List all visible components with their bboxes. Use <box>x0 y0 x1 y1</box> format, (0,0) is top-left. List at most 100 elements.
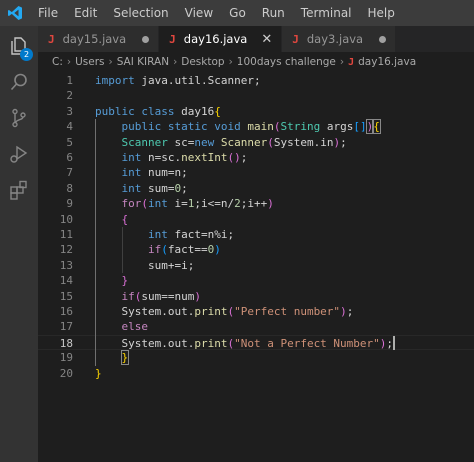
code-token: System.out. <box>95 305 195 318</box>
code-line[interactable]: 16 System.out.print("Perfect number"); <box>38 304 474 319</box>
code-token: () <box>227 151 241 164</box>
menu-terminal[interactable]: Terminal <box>293 0 360 26</box>
java-file-icon: J <box>348 56 355 68</box>
explorer-badge: 2 <box>20 48 33 61</box>
code-token: sc= <box>167 135 195 149</box>
code-line[interactable]: 9 for(int i=1;i<=n/2;i++) <box>38 196 474 211</box>
line-number: 4 <box>66 120 73 134</box>
code-line[interactable]: 6 int n=sc.nextInt(); <box>38 150 474 165</box>
breadcrumb-item[interactable]: Users <box>75 56 104 68</box>
tab-day15[interactable]: J day15.java <box>38 26 160 52</box>
code-token: ;i<=n/ <box>194 197 235 211</box>
unsaved-dot-icon[interactable] <box>142 35 150 43</box>
extensions-icon[interactable] <box>0 172 38 208</box>
code-line[interactable]: 7 int num=n; <box>38 165 474 180</box>
code-text: for(int i=1;i<=n/2;i++) <box>95 196 274 211</box>
code-token: ; <box>181 181 188 195</box>
tab-day16[interactable]: J day16.java ✕ <box>159 26 283 52</box>
code-token: nextInt <box>181 151 228 164</box>
line-number: 6 <box>66 151 73 164</box>
breadcrumb-item[interactable]: Desktop <box>181 56 224 68</box>
tab-label: day15.java <box>62 32 127 46</box>
code-line[interactable]: 4 public static void main(String args[])… <box>38 119 474 135</box>
tab-day3[interactable]: J day3.java <box>282 26 397 52</box>
code-token: { <box>372 119 381 135</box>
breadcrumb: C: › Users › SAI KIRAN › Desktop › 100da… <box>38 52 474 72</box>
code-token: sum==num <box>141 289 195 303</box>
line-number: 13 <box>59 258 73 272</box>
code-line[interactable]: 1 import java.util.Scanner; <box>38 73 474 88</box>
code-text: Scanner sc=new Scanner(System.in); <box>95 135 347 150</box>
menu-go[interactable]: Go <box>221 0 254 26</box>
menu-edit[interactable]: Edit <box>66 0 105 26</box>
code-token: print <box>194 336 228 350</box>
code-token: int <box>147 228 168 241</box>
code-token: System.out. <box>95 336 195 350</box>
menu-selection[interactable]: Selection <box>105 0 176 26</box>
run-debug-icon[interactable] <box>0 136 38 172</box>
code-token: if <box>121 289 135 303</box>
code-editor[interactable]: 1 import java.util.Scanner; 2 3 public class… <box>38 72 474 462</box>
chevron-right-icon: › <box>173 56 178 68</box>
code-line[interactable]: 10 { <box>38 212 474 227</box>
code-text: System.out.print("Not a Perfect Number")… <box>95 336 393 351</box>
vscode-logo-icon <box>0 0 30 26</box>
search-icon[interactable] <box>0 64 38 100</box>
source-control-icon[interactable] <box>0 100 38 136</box>
menu-file[interactable]: File <box>30 0 66 26</box>
code-token: } <box>95 366 102 380</box>
code-token: n=sc. <box>141 151 182 164</box>
code-line[interactable]: 17 else <box>38 319 474 334</box>
breadcrumb-item[interactable]: C: <box>52 56 63 68</box>
code-token: 2 <box>234 197 241 211</box>
breadcrumb-item[interactable]: day16.java <box>358 56 416 68</box>
code-line[interactable]: 3 public class day16{ <box>38 104 474 119</box>
activity-bar: 2 <box>0 26 38 462</box>
close-icon[interactable]: ✕ <box>261 33 272 46</box>
code-token: String <box>280 120 321 134</box>
code-line[interactable]: 19 } <box>38 350 474 366</box>
code-token: public <box>121 120 162 134</box>
code-line[interactable]: 5 Scanner sc=new Scanner(System.in); <box>38 135 474 150</box>
code-line[interactable]: 12 if(fact==0) <box>38 242 474 257</box>
line-number: 16 <box>59 305 73 318</box>
chevron-right-icon: › <box>108 56 113 68</box>
line-number: 12 <box>59 243 73 257</box>
code-token: fact== <box>167 243 208 257</box>
code-token: main <box>247 120 274 134</box>
code-token: fact=n%i; <box>167 228 235 241</box>
code-token: ) <box>267 197 274 211</box>
code-text: else <box>95 319 149 334</box>
breadcrumb-item[interactable]: 100days challenge <box>237 56 336 68</box>
code-text: } <box>95 366 102 381</box>
code-text: sum+=i; <box>95 258 194 273</box>
code-line[interactable]: 8 int sum=0; <box>38 181 474 196</box>
code-line[interactable]: 20} <box>38 366 474 381</box>
menu-help[interactable]: Help <box>360 0 403 26</box>
editor-tab-bar: J day15.java J day16.java ✕ J day3.java <box>38 26 474 52</box>
code-line[interactable]: 11 int fact=n%i; <box>38 227 474 242</box>
code-line[interactable]: 14 } <box>38 273 474 288</box>
code-line[interactable]: 2 <box>38 88 474 103</box>
line-number: 1 <box>66 74 73 87</box>
code-text: if(sum==num) <box>95 289 201 304</box>
line-number: 11 <box>59 228 73 241</box>
menu-view[interactable]: View <box>177 0 221 26</box>
menu-run[interactable]: Run <box>254 0 293 26</box>
code-line[interactable]: 13 sum+=i; <box>38 258 474 273</box>
code-token: java.util.Scanner; <box>134 74 261 87</box>
unsaved-dot-icon[interactable] <box>379 35 387 43</box>
breadcrumb-item[interactable]: SAI KIRAN <box>117 56 169 68</box>
code-token: System.in <box>273 135 334 149</box>
code-text: int num=n; <box>95 165 188 180</box>
code-token: "Not a Perfect Number" <box>234 336 380 350</box>
code-token: { <box>121 212 129 226</box>
code-line[interactable]: 15 if(sum==num) <box>38 289 474 304</box>
explorer-icon[interactable]: 2 <box>0 28 38 64</box>
code-token: else <box>121 320 149 334</box>
code-token: public <box>95 104 135 118</box>
code-line[interactable]: 18 System.out.print("Not a Perfect Numbe… <box>38 334 474 351</box>
